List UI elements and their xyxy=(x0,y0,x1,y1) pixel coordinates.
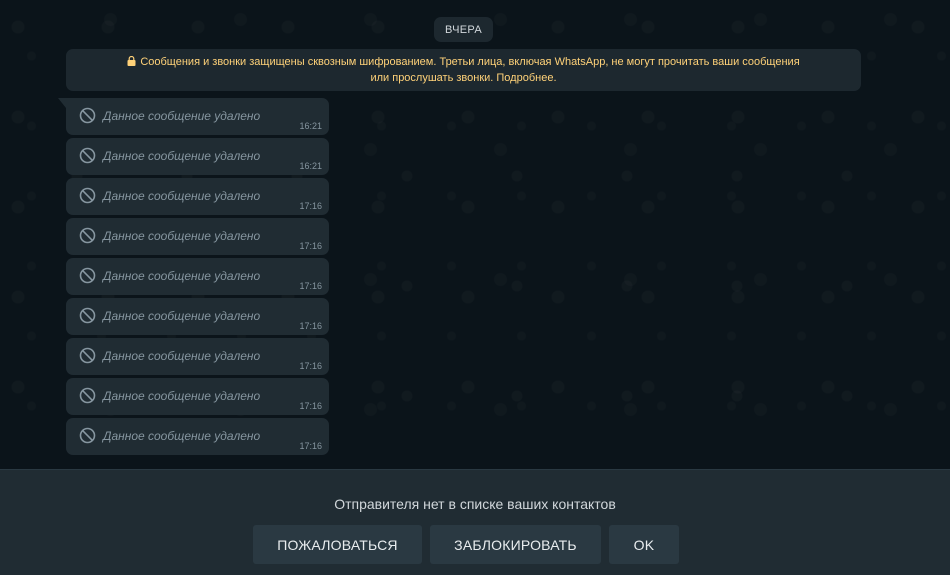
message-time: 17:16 xyxy=(299,281,322,291)
message-text: Данное сообщение удалено xyxy=(103,389,261,403)
unknown-sender-panel: Отправителя нет в списке ваших контактов… xyxy=(0,469,950,575)
message-time: 17:16 xyxy=(299,441,322,451)
message-list: Данное сообщение удалено 16:21 Данное со… xyxy=(58,98,329,458)
message-time: 17:16 xyxy=(299,361,322,371)
message-bubble[interactable]: Данное сообщение удалено 16:21 xyxy=(66,138,329,175)
deleted-message-icon xyxy=(79,147,96,164)
message-text: Данное сообщение удалено xyxy=(103,149,261,163)
encryption-notice-line1: Сообщения и звонки защищены сквозным шиф… xyxy=(140,56,800,68)
date-chip: ВЧЕРА xyxy=(434,17,493,42)
block-button[interactable]: ЗАБЛОКИРОВАТЬ xyxy=(430,525,601,564)
message-text: Данное сообщение удалено xyxy=(103,349,261,363)
message-text: Данное сообщение удалено xyxy=(103,429,261,443)
message-bubble[interactable]: Данное сообщение удалено 17:16 xyxy=(66,258,329,295)
message-time: 17:16 xyxy=(299,401,322,411)
message-time: 16:21 xyxy=(299,161,322,171)
message-bubble[interactable]: Данное сообщение удалено 17:16 xyxy=(66,298,329,335)
message-text: Данное сообщение удалено xyxy=(103,109,261,123)
deleted-message-icon xyxy=(79,227,96,244)
encryption-notice-text: Сообщения и звонки защищены сквозным шиф… xyxy=(127,54,800,86)
message-bubble[interactable]: Данное сообщение удалено 17:16 xyxy=(66,338,329,375)
deleted-message-icon xyxy=(79,427,96,444)
deleted-message-icon xyxy=(79,267,96,284)
encryption-notice[interactable]: Сообщения и звонки защищены сквозным шиф… xyxy=(66,49,861,91)
message-bubble[interactable]: Данное сообщение удалено 16:21 xyxy=(58,98,329,135)
deleted-message-icon xyxy=(79,347,96,364)
ok-button[interactable]: OK xyxy=(609,525,679,564)
message-text: Данное сообщение удалено xyxy=(103,309,261,323)
chat-area[interactable]: ВЧЕРА Сообщения и звонки защищены сквозн… xyxy=(0,0,950,469)
message-time: 17:16 xyxy=(299,201,322,211)
deleted-message-icon xyxy=(79,107,96,124)
message-bubble[interactable]: Данное сообщение удалено 17:16 xyxy=(66,178,329,215)
message-bubble[interactable]: Данное сообщение удалено 17:16 xyxy=(66,218,329,255)
message-text: Данное сообщение удалено xyxy=(103,189,261,203)
unknown-sender-prompt: Отправителя нет в списке ваших контактов xyxy=(334,496,616,512)
message-time: 17:16 xyxy=(299,241,322,251)
message-time: 17:16 xyxy=(299,321,322,331)
deleted-message-icon xyxy=(79,387,96,404)
chat-window: ВЧЕРА Сообщения и звонки защищены сквозн… xyxy=(0,0,950,575)
message-bubble[interactable]: Данное сообщение удалено 17:16 xyxy=(66,418,329,455)
encryption-notice-line2: или прослушать звонки. Подробнее. xyxy=(370,72,557,84)
message-text: Данное сообщение удалено xyxy=(103,269,261,283)
message-text: Данное сообщение удалено xyxy=(103,229,261,243)
message-time: 16:21 xyxy=(299,121,322,131)
deleted-message-icon xyxy=(79,307,96,324)
message-bubble[interactable]: Данное сообщение удалено 17:16 xyxy=(66,378,329,415)
deleted-message-icon xyxy=(79,187,96,204)
report-button[interactable]: ПОЖАЛОВАТЬСЯ xyxy=(253,525,422,564)
lock-icon xyxy=(127,56,136,66)
